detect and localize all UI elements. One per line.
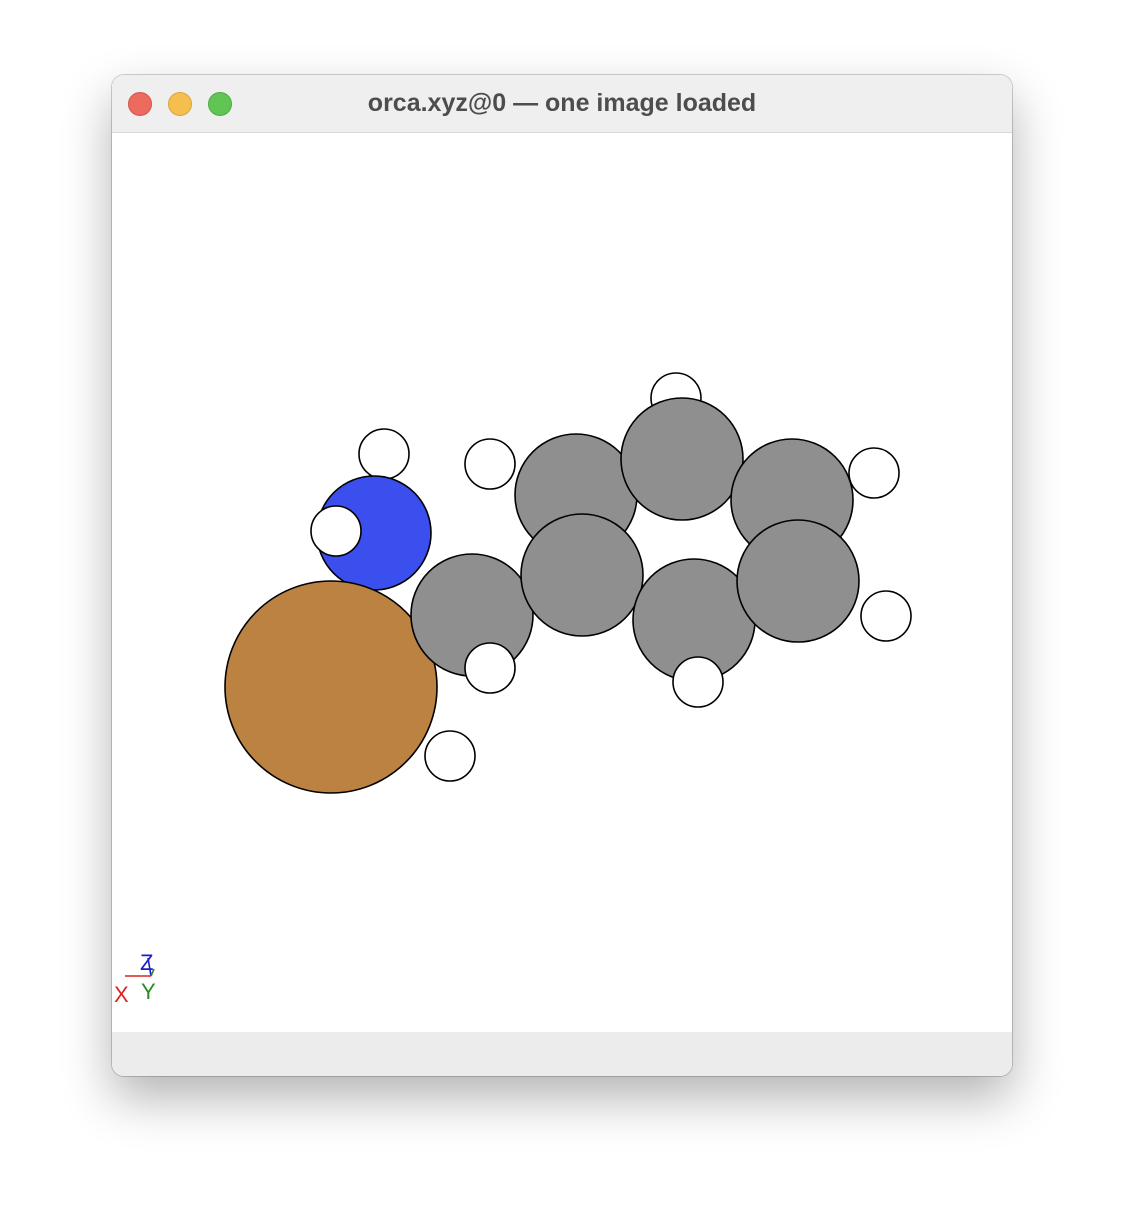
hydrogen-atom-nitrogen-left[interactable] bbox=[310, 505, 362, 557]
hydrogen-atom-right-lower[interactable] bbox=[860, 590, 912, 642]
carbon-atom-ring-center-left[interactable] bbox=[520, 513, 644, 637]
hydrogen-atom-lower-copper[interactable] bbox=[424, 730, 476, 782]
app-window: orca.xyz@0 — one image loaded Z X Y bbox=[112, 75, 1012, 1076]
hydrogen-atom-ring-bottom[interactable] bbox=[672, 656, 724, 708]
carbon-atom-ring-top[interactable] bbox=[620, 397, 744, 521]
molecule-viewport[interactable]: Z X Y bbox=[112, 133, 1012, 1032]
x-axis-label: X bbox=[114, 982, 129, 1007]
hydrogen-atom-methylene[interactable] bbox=[464, 642, 516, 694]
z-axis-label: Z bbox=[140, 950, 153, 975]
axis-indicator: Z X Y bbox=[114, 950, 156, 1007]
molecule bbox=[224, 372, 912, 794]
carbon-atom-ring-lower-right[interactable] bbox=[736, 519, 860, 643]
hydrogen-atom-right-upper[interactable] bbox=[848, 447, 900, 499]
y-axis-label: Y bbox=[141, 979, 156, 1004]
copper-atom[interactable] bbox=[224, 580, 438, 794]
title-bar[interactable]: orca.xyz@0 — one image loaded bbox=[112, 75, 1012, 133]
status-bar bbox=[112, 1032, 1012, 1076]
window-title: orca.xyz@0 — one image loaded bbox=[367, 89, 757, 117]
hydrogen-atom-nitrogen-top[interactable] bbox=[358, 428, 410, 480]
hydrogen-atom-upper-left[interactable] bbox=[464, 438, 516, 490]
